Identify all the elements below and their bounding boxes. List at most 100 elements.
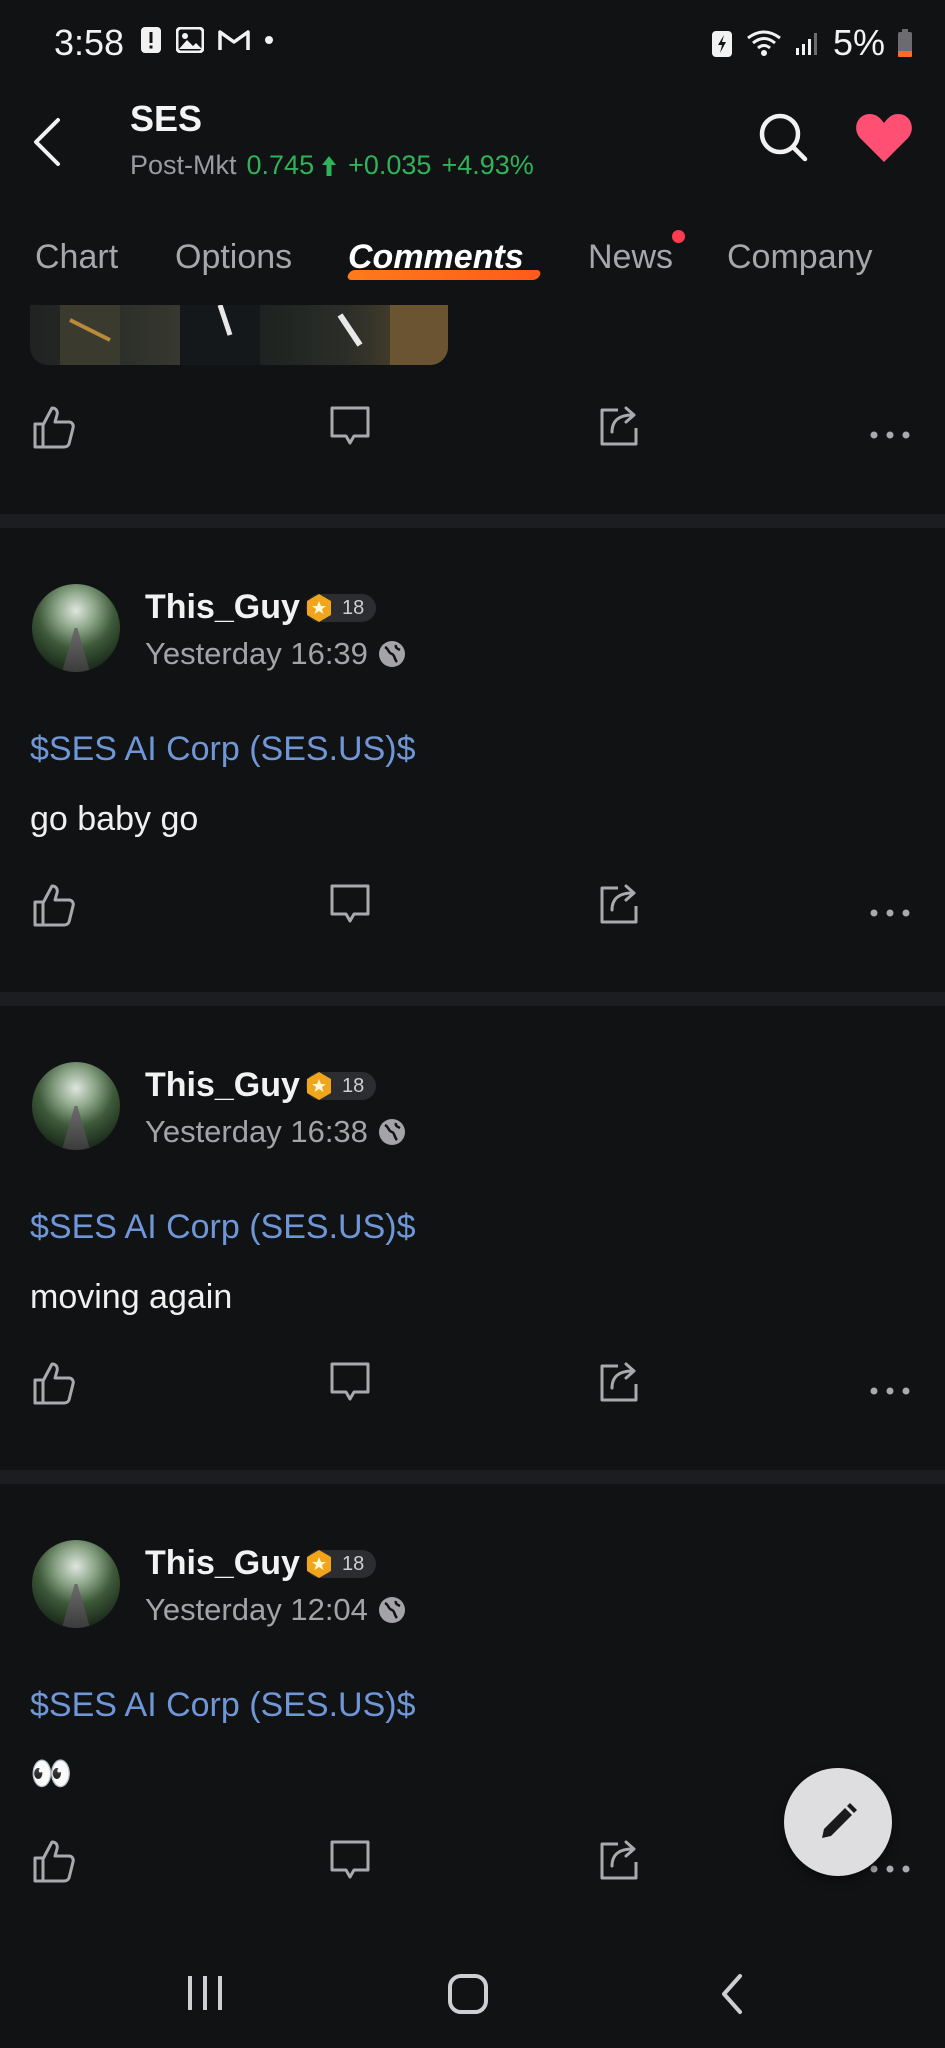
like-button[interactable] (32, 1360, 76, 1411)
thumbs-up-icon (33, 884, 75, 927)
post-timestamp: Yesterday 12:04 (145, 1592, 406, 1628)
timestamp-text: Yesterday 16:39 (145, 636, 368, 671)
price-change: +0.035 (348, 150, 432, 180)
favorite-button[interactable] (854, 110, 914, 166)
image-icon (176, 27, 204, 53)
thumbs-up-icon (33, 1362, 75, 1405)
share-button[interactable] (598, 882, 642, 931)
level-number: 18 (342, 596, 365, 619)
like-button[interactable] (32, 1838, 76, 1889)
stock-link[interactable]: $SES AI Corp (SES.US)$ (30, 1208, 416, 1247)
system-nav-bar (0, 1940, 945, 2048)
post-timestamp: Yesterday 16:39 (145, 636, 406, 672)
more-button[interactable] (868, 428, 912, 446)
arrow-up-icon (322, 155, 337, 176)
timestamp-text: Yesterday 12:04 (145, 1592, 368, 1627)
stock-link[interactable]: $SES AI Corp (SES.US)$ (30, 1686, 416, 1725)
dot-icon (265, 36, 273, 44)
timestamp-text: Yesterday 16:38 (145, 1114, 368, 1149)
more-icon (870, 1387, 910, 1395)
more-icon (870, 431, 910, 439)
post-timestamp: Yesterday 16:38 (145, 1114, 406, 1150)
status-right-group: 5% (711, 22, 913, 64)
level-number: 18 (342, 1074, 365, 1097)
more-button[interactable] (868, 1384, 912, 1402)
globe-icon (378, 641, 405, 667)
comment-icon (330, 406, 370, 445)
post-text: 👀 (30, 1755, 73, 1793)
more-icon (870, 1865, 910, 1873)
share-icon (600, 884, 638, 924)
heart-icon (856, 114, 912, 162)
status-notification-icons (140, 26, 274, 54)
quote-label: Post-Mkt (130, 150, 237, 180)
price-change-percent: +4.93% (441, 150, 534, 180)
comment-icon (330, 1840, 370, 1879)
comment-button[interactable] (328, 882, 372, 931)
post-actions (0, 882, 945, 942)
post-actions (0, 404, 945, 464)
battery-percent: 5% (832, 22, 885, 63)
comment-icon (330, 884, 370, 923)
tab-company[interactable]: Company (727, 238, 873, 277)
like-button[interactable] (32, 404, 76, 455)
tab-bar: Chart Options Comments News Company (0, 238, 945, 294)
globe-icon (378, 1119, 405, 1145)
search-icon (759, 113, 808, 162)
post-text: go baby go (30, 800, 199, 838)
avatar[interactable] (32, 1540, 120, 1628)
back-button[interactable] (26, 112, 70, 172)
pencil-icon (822, 1803, 857, 1838)
stock-link[interactable]: $SES AI Corp (SES.US)$ (30, 730, 416, 769)
news-notification-dot (672, 230, 685, 243)
status-time: 3:58 (54, 22, 125, 63)
home-button[interactable] (446, 1972, 490, 2021)
system-back-button[interactable] (716, 1972, 748, 2021)
level-badge: 18 (306, 1072, 376, 1100)
home-icon (448, 1974, 488, 2014)
comment-icon (330, 1362, 370, 1401)
recent-apps-button[interactable] (184, 1972, 226, 2019)
username[interactable]: This_Guy (145, 1544, 300, 1583)
active-tab-indicator (346, 270, 542, 280)
more-button[interactable] (868, 906, 912, 924)
comment-button[interactable] (328, 1360, 372, 1409)
share-button[interactable] (598, 1360, 642, 1409)
like-button[interactable] (32, 882, 76, 933)
more-icon (870, 909, 910, 917)
signal-icon (795, 33, 817, 55)
divider (0, 514, 945, 528)
chevron-left-icon (722, 1974, 742, 2014)
thumbs-up-icon (33, 406, 75, 449)
price-value: 0.745 (246, 150, 315, 180)
username[interactable]: This_Guy (145, 1066, 300, 1105)
comment-button[interactable] (328, 404, 372, 453)
search-button[interactable] (758, 112, 810, 164)
battery-saver-icon (711, 31, 732, 57)
share-button[interactable] (598, 404, 642, 453)
level-badge: 18 (306, 594, 376, 622)
username[interactable]: This_Guy (145, 588, 300, 627)
more-button[interactable] (868, 1862, 912, 1880)
page-title: SES (130, 98, 203, 139)
divider (0, 992, 945, 1006)
tab-news[interactable]: News (588, 238, 673, 277)
star-badge-icon (307, 594, 331, 622)
avatar[interactable] (32, 1062, 120, 1150)
recent-apps-icon (188, 1976, 222, 2010)
divider (0, 1470, 945, 1484)
share-icon (600, 406, 638, 446)
globe-icon (378, 1597, 405, 1623)
thumbs-up-icon (33, 1840, 75, 1883)
compose-button[interactable] (784, 1768, 892, 1876)
avatar[interactable] (32, 584, 120, 672)
share-button[interactable] (598, 1838, 642, 1887)
gmail-icon (218, 30, 250, 50)
quote-summary: Post-Mkt 0.745 +0.035 +4.93% (130, 150, 534, 181)
tab-chart[interactable]: Chart (35, 238, 118, 277)
alert-icon (141, 27, 161, 53)
tab-options[interactable]: Options (175, 238, 292, 277)
share-icon (600, 1362, 638, 1402)
post-image[interactable] (30, 305, 448, 365)
comment-button[interactable] (328, 1838, 372, 1887)
